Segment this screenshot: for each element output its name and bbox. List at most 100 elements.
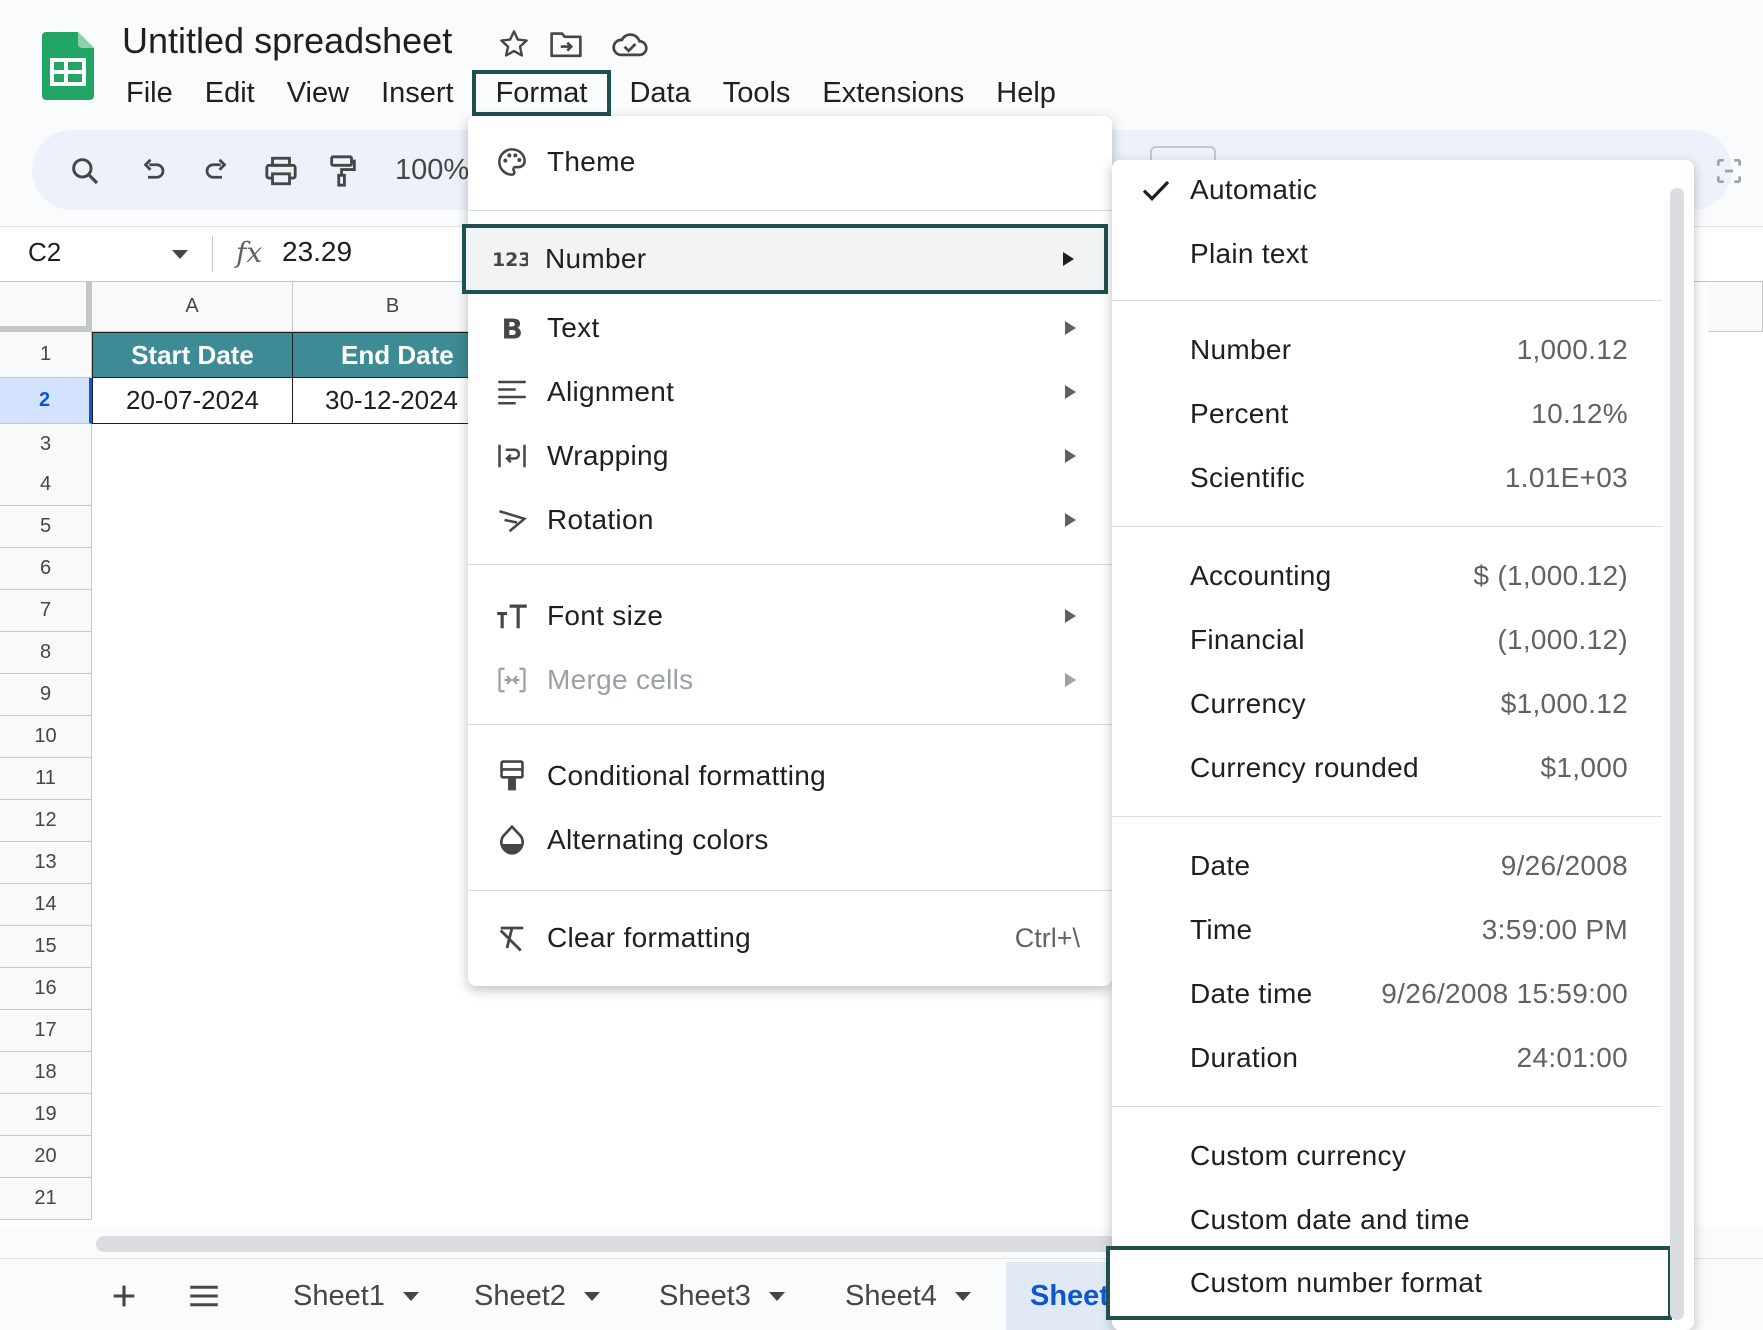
row-header-4[interactable]: 4 <box>0 464 92 506</box>
redo-icon[interactable] <box>196 150 238 192</box>
undo-icon[interactable] <box>132 150 174 192</box>
menu-item-rotation[interactable]: Rotation <box>468 490 1112 550</box>
row-header-2[interactable]: 2 <box>0 378 92 424</box>
submenu-item-scientific[interactable]: Scientific 1.01E+03 <box>1112 448 1672 508</box>
submenu-scrollbar[interactable] <box>1670 188 1684 1320</box>
chevron-down-icon[interactable] <box>768 1292 785 1301</box>
star-icon[interactable] <box>494 24 534 64</box>
row-header-5[interactable]: 5 <box>0 506 92 548</box>
row-header-10[interactable]: 10 <box>0 716 92 758</box>
row-header-16[interactable]: 16 <box>0 968 92 1010</box>
formula-input[interactable]: 23.29 <box>282 236 352 268</box>
menu-data[interactable]: Data <box>613 70 706 116</box>
horizontal-scrollbar[interactable] <box>96 1236 1116 1252</box>
sheets-logo-icon[interactable] <box>42 32 94 100</box>
search-icon[interactable] <box>64 150 106 192</box>
submenu-item-custom-currency[interactable]: Custom currency <box>1112 1126 1672 1186</box>
menu-item-wrapping[interactable]: Wrapping <box>468 426 1112 486</box>
align-left-icon <box>494 374 530 410</box>
zoom-level[interactable]: 100% <box>395 154 469 187</box>
menu-tools[interactable]: Tools <box>707 70 807 116</box>
row-header-11[interactable]: 11 <box>0 758 92 800</box>
row-header-7[interactable]: 7 <box>0 590 92 632</box>
menu-file[interactable]: File <box>110 70 189 116</box>
column-header-partial[interactable] <box>1708 282 1763 332</box>
sheet-tab-4[interactable]: Sheet4 <box>845 1280 971 1313</box>
menu-format[interactable]: Format <box>471 70 612 116</box>
cell-b2[interactable]: 30-12-2024 <box>292 377 472 424</box>
svg-text:123: 123 <box>492 249 528 271</box>
menu-item-text[interactable]: B Text <box>468 298 1112 358</box>
submenu-item-currency[interactable]: Currency $1,000.12 <box>1112 674 1672 734</box>
select-all-corner[interactable] <box>0 282 92 332</box>
font-size-icon <box>494 598 530 634</box>
row-header-21[interactable]: 21 <box>0 1178 92 1220</box>
submenu-divider <box>1112 816 1662 817</box>
column-header-a[interactable]: A <box>92 282 293 332</box>
row-header-18[interactable]: 18 <box>0 1052 92 1094</box>
row-header-15[interactable]: 15 <box>0 926 92 968</box>
chevron-down-icon[interactable] <box>954 1292 971 1301</box>
cloud-saved-icon[interactable] <box>610 24 650 64</box>
paint-format-icon[interactable] <box>322 150 364 192</box>
row-header-13[interactable]: 13 <box>0 842 92 884</box>
menu-item-number[interactable]: 123 Number <box>462 224 1108 294</box>
sheet-tab-label: Sheet4 <box>845 1280 937 1312</box>
document-title[interactable]: Untitled spreadsheet <box>122 20 452 62</box>
submenu-divider <box>1112 1106 1662 1107</box>
row-header-12[interactable]: 12 <box>0 800 92 842</box>
sheet-tab-3[interactable]: Sheet3 <box>659 1280 785 1313</box>
collapse-toolbar-icon[interactable] <box>1708 150 1750 192</box>
submenu-item-date-time[interactable]: Date time 9/26/2008 15:59:00 <box>1112 964 1672 1024</box>
submenu-item-accounting[interactable]: Accounting $ (1,000.12) <box>1112 546 1672 606</box>
sheet-tab-1[interactable]: Sheet1 <box>293 1280 419 1313</box>
menu-extensions[interactable]: Extensions <box>806 70 980 116</box>
print-icon[interactable] <box>260 150 302 192</box>
cell-a2[interactable]: 20-07-2024 <box>92 377 293 424</box>
menu-view[interactable]: View <box>271 70 365 116</box>
color-drop-icon <box>494 822 530 858</box>
sheet-tab-2[interactable]: Sheet2 <box>474 1280 600 1313</box>
menu-item-theme[interactable]: Theme <box>468 132 1112 192</box>
submenu-item-custom-date-time[interactable]: Custom date and time <box>1112 1190 1672 1250</box>
submenu-item-currency-rounded[interactable]: Currency rounded $1,000 <box>1112 738 1672 798</box>
row-header-9[interactable]: 9 <box>0 674 92 716</box>
menu-item-alternating-colors[interactable]: Alternating colors <box>468 810 1112 870</box>
row-header-1[interactable]: 1 <box>0 332 92 378</box>
menu-item-alignment[interactable]: Alignment <box>468 362 1112 422</box>
add-sheet-icon[interactable] <box>102 1274 146 1318</box>
row-header-14[interactable]: 14 <box>0 884 92 926</box>
submenu-item-number[interactable]: Number 1,000.12 <box>1112 320 1672 380</box>
submenu-item-plain-text[interactable]: Plain text <box>1112 224 1672 284</box>
cell-b1[interactable]: End Date <box>292 332 472 378</box>
submenu-item-time[interactable]: Time 3:59:00 PM <box>1112 900 1672 960</box>
submenu-item-date[interactable]: Date 9/26/2008 <box>1112 836 1672 896</box>
menu-insert[interactable]: Insert <box>365 70 470 116</box>
name-box-dropdown-icon[interactable] <box>172 250 188 259</box>
row-header-20[interactable]: 20 <box>0 1136 92 1178</box>
chevron-down-icon[interactable] <box>583 1292 600 1301</box>
menu-item-conditional-formatting[interactable]: Conditional formatting <box>468 746 1112 806</box>
submenu-item-percent[interactable]: Percent 10.12% <box>1112 384 1672 444</box>
submenu-item-custom-number-format[interactable]: Custom number format <box>1106 1246 1672 1320</box>
merge-cells-icon <box>494 662 530 698</box>
row-header-19[interactable]: 19 <box>0 1094 92 1136</box>
menu-item-font-size[interactable]: Font size <box>468 586 1112 646</box>
submenu-item-duration[interactable]: Duration 24:01:00 <box>1112 1028 1672 1088</box>
submenu-item-financial[interactable]: Financial (1,000.12) <box>1112 610 1672 670</box>
row-header-3[interactable]: 3 <box>0 424 92 466</box>
chevron-down-icon[interactable] <box>402 1292 419 1301</box>
cell-a1[interactable]: Start Date <box>92 332 293 378</box>
move-folder-icon[interactable] <box>546 24 586 64</box>
row-header-17[interactable]: 17 <box>0 1010 92 1052</box>
all-sheets-icon[interactable] <box>182 1274 226 1318</box>
name-box[interactable]: C2 <box>28 237 61 268</box>
row-header-8[interactable]: 8 <box>0 632 92 674</box>
menu-edit[interactable]: Edit <box>189 70 271 116</box>
menu-item-clear-formatting[interactable]: Clear formatting Ctrl+\ <box>468 908 1112 968</box>
row-header-6[interactable]: 6 <box>0 548 92 590</box>
submenu-item-automatic[interactable]: Automatic <box>1112 160 1672 220</box>
formula-divider <box>212 236 213 272</box>
sheet-tab-active[interactable]: Sheet <box>1006 1262 1116 1330</box>
menu-help[interactable]: Help <box>980 70 1072 116</box>
